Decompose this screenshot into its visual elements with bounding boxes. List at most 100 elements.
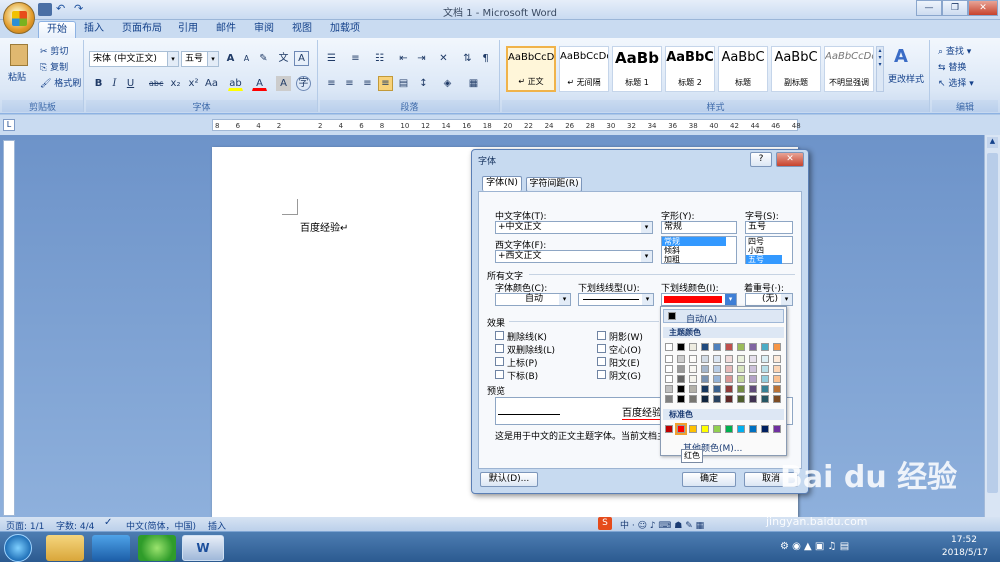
color-swatch[interactable] bbox=[701, 375, 709, 383]
shrink-font-icon[interactable]: A bbox=[239, 51, 254, 66]
color-swatch[interactable] bbox=[701, 395, 709, 403]
color-swatch[interactable] bbox=[689, 395, 697, 403]
change-case-icon[interactable]: Aa bbox=[204, 76, 219, 91]
find-button[interactable]: ⌕ 查找 ▾ bbox=[938, 44, 971, 57]
color-swatch[interactable] bbox=[677, 355, 685, 363]
underline-color-select[interactable]: ▾ bbox=[661, 293, 737, 306]
color-swatch[interactable] bbox=[665, 375, 673, 383]
west-font-select[interactable]: +西文正文 ▾ bbox=[495, 250, 653, 263]
explorer-icon[interactable] bbox=[46, 535, 84, 561]
format-painter-button[interactable]: 🖌 格式刷 bbox=[40, 76, 81, 89]
color-swatch[interactable] bbox=[725, 365, 733, 373]
style-subtle-emphasis[interactable]: AaBbCcDd 不明显强调 bbox=[824, 46, 874, 92]
style-heading1[interactable]: AaBb 标题 1 bbox=[612, 46, 662, 92]
color-swatch[interactable] bbox=[677, 385, 685, 393]
color-swatch[interactable] bbox=[761, 343, 769, 351]
decrease-indent-icon[interactable]: ⇤ bbox=[396, 51, 411, 66]
color-swatch[interactable] bbox=[701, 365, 709, 373]
document-text[interactable]: 百度经验↵ bbox=[300, 219, 348, 234]
color-swatch[interactable] bbox=[761, 375, 769, 383]
tab-references[interactable]: 引用 bbox=[170, 21, 206, 38]
align-left-icon[interactable]: ≡ bbox=[324, 76, 339, 91]
color-swatch[interactable] bbox=[773, 395, 781, 403]
font-size-combo[interactable]: 五号 ▾ bbox=[181, 51, 219, 67]
style-normal[interactable]: AaBbCcDd↵ 正文 bbox=[506, 46, 556, 92]
superscript-icon[interactable]: x² bbox=[186, 76, 201, 91]
list-item[interactable]: 常规 bbox=[662, 237, 726, 246]
word-taskbar-icon[interactable]: W bbox=[182, 535, 224, 561]
tab-char-spacing[interactable]: 字符间距(R) bbox=[526, 177, 582, 192]
color-swatch[interactable] bbox=[749, 425, 757, 433]
vertical-ruler[interactable] bbox=[3, 140, 15, 516]
color-swatch[interactable] bbox=[713, 385, 721, 393]
size-input[interactable]: 五号 bbox=[745, 221, 793, 234]
proofing-icon[interactable]: ✓ bbox=[104, 517, 112, 528]
strikethrough-icon[interactable]: abc bbox=[148, 76, 163, 91]
color-swatch[interactable] bbox=[773, 365, 781, 373]
color-swatch[interactable] bbox=[749, 385, 757, 393]
close-button[interactable]: ✕ bbox=[968, 0, 998, 16]
list-item[interactable]: 小四 bbox=[746, 246, 792, 255]
style-no-spacing[interactable]: AaBbCcDd ↵ 无间隔 bbox=[559, 46, 609, 92]
color-swatch[interactable] bbox=[773, 425, 781, 433]
color-swatch[interactable] bbox=[677, 343, 685, 351]
tab-page-layout[interactable]: 页面布局 bbox=[114, 21, 170, 38]
color-swatch[interactable] bbox=[773, 385, 781, 393]
tab-addins[interactable]: 加载项 bbox=[322, 21, 368, 38]
color-swatch[interactable] bbox=[689, 365, 697, 373]
font-name-combo[interactable]: 宋体 (中文正文) ▾ bbox=[89, 51, 179, 67]
color-swatch[interactable] bbox=[725, 375, 733, 383]
color-swatch[interactable] bbox=[689, 385, 697, 393]
color-swatch[interactable] bbox=[713, 355, 721, 363]
color-swatch[interactable] bbox=[677, 375, 685, 383]
style-subtitle[interactable]: AaBbC 副标题 bbox=[771, 46, 821, 92]
minimize-button[interactable]: — bbox=[916, 0, 942, 16]
style-title[interactable]: AaBbC 标题 bbox=[718, 46, 768, 92]
color-swatch[interactable] bbox=[689, 375, 697, 383]
tab-view[interactable]: 视图 bbox=[284, 21, 320, 38]
color-swatch[interactable] bbox=[737, 395, 745, 403]
style-input[interactable]: 常规 bbox=[661, 221, 737, 234]
multilevel-list-icon[interactable]: ☷ bbox=[372, 51, 387, 66]
tab-review[interactable]: 审阅 bbox=[246, 21, 282, 38]
color-swatch[interactable] bbox=[665, 343, 673, 351]
color-swatch[interactable] bbox=[737, 375, 745, 383]
shading-icon[interactable]: ◈ bbox=[440, 76, 455, 91]
style-list[interactable]: 常规 倾斜 加粗 bbox=[661, 236, 737, 264]
color-swatch[interactable] bbox=[773, 343, 781, 351]
bullets-icon[interactable]: ☰ bbox=[324, 51, 339, 66]
color-swatch[interactable] bbox=[737, 385, 745, 393]
clear-format-icon[interactable]: ✎ bbox=[256, 51, 271, 66]
color-swatch[interactable] bbox=[689, 355, 697, 363]
color-swatch[interactable] bbox=[665, 385, 673, 393]
emphasis-select[interactable]: (无) ▾ bbox=[745, 293, 793, 306]
distribute-icon[interactable]: ▤ bbox=[396, 76, 411, 91]
ime-icon[interactable]: S bbox=[598, 517, 612, 530]
list-item[interactable]: 加粗 bbox=[662, 255, 736, 264]
color-swatch[interactable] bbox=[725, 395, 733, 403]
replace-button[interactable]: ⇆ 替换 bbox=[938, 60, 966, 73]
color-swatch[interactable] bbox=[749, 343, 757, 351]
superscript-checkbox[interactable] bbox=[495, 357, 504, 366]
color-swatch[interactable] bbox=[713, 365, 721, 373]
dialog-close-button[interactable]: ✕ bbox=[776, 152, 804, 167]
change-styles-button[interactable]: 更改样式 bbox=[888, 72, 924, 85]
color-swatch[interactable] bbox=[761, 385, 769, 393]
font-color-icon[interactable]: A bbox=[252, 76, 267, 91]
default-button[interactable]: 默认(D)... bbox=[480, 472, 538, 487]
color-swatch[interactable] bbox=[761, 355, 769, 363]
tab-insert[interactable]: 插入 bbox=[76, 21, 112, 38]
tab-selector[interactable]: L bbox=[3, 119, 15, 131]
color-swatch[interactable] bbox=[749, 395, 757, 403]
color-swatch[interactable] bbox=[665, 365, 673, 373]
line-spacing-icon[interactable]: ↕ bbox=[416, 76, 431, 91]
color-swatch[interactable] bbox=[677, 365, 685, 373]
chinese-layout-icon[interactable]: ✕ bbox=[436, 51, 451, 66]
numbering-icon[interactable]: ≡ bbox=[348, 51, 363, 66]
scroll-up-icon[interactable]: ▲ bbox=[987, 137, 998, 148]
color-swatch[interactable] bbox=[701, 355, 709, 363]
color-swatch[interactable] bbox=[665, 395, 673, 403]
ok-button[interactable]: 确定 bbox=[682, 472, 736, 487]
office-button[interactable] bbox=[3, 2, 35, 34]
highlight-icon[interactable]: ab bbox=[228, 76, 243, 91]
